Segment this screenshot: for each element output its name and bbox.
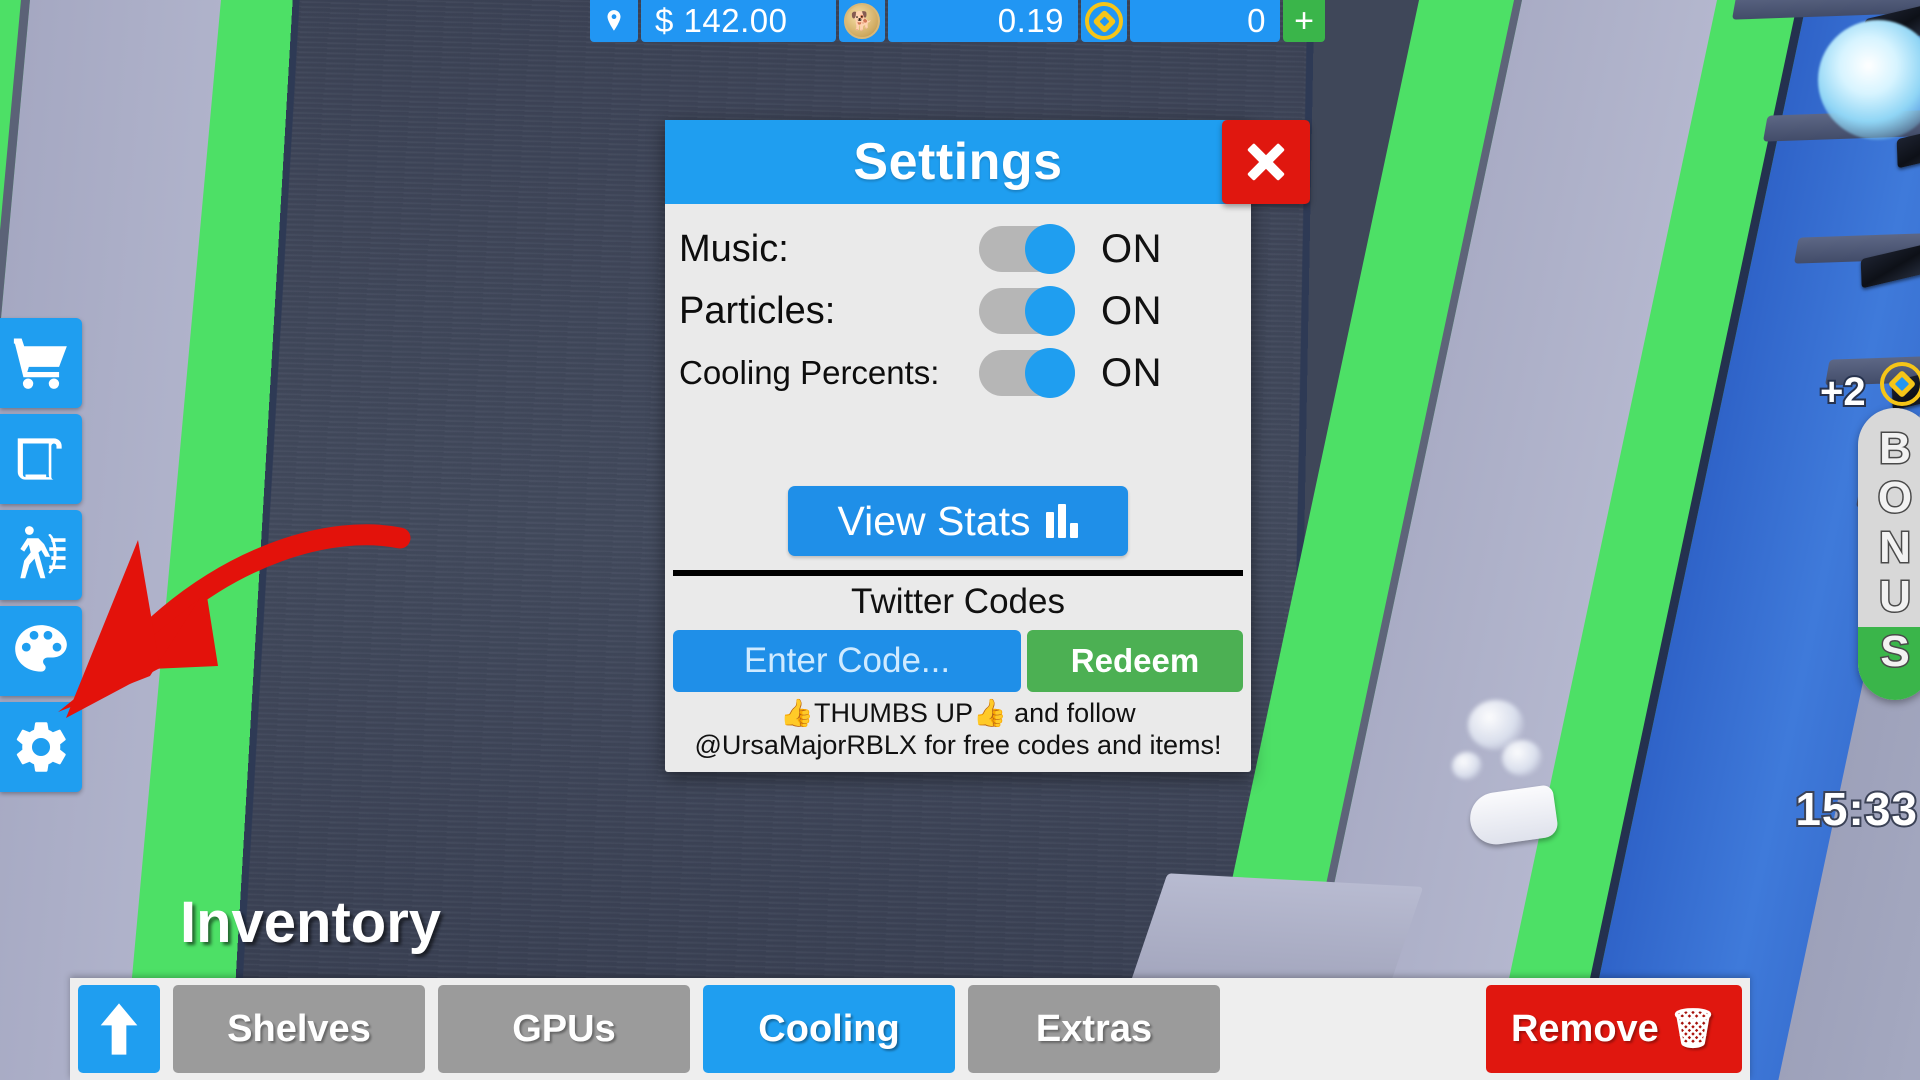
walking-speed-icon [20, 526, 66, 579]
remove-label: Remove [1510, 1007, 1659, 1050]
toggle-music[interactable] [979, 224, 1075, 274]
settings-body: Music: ON Particles: ON Cooling Percents… [665, 204, 1251, 772]
map-pin-icon [607, 10, 621, 31]
promo-text: 👍THUMBS UP👍 and follow @UrsaMajorRBLX fo… [665, 692, 1251, 772]
setting-label-particles: Particles: [679, 289, 836, 332]
trash-can-icon: 🗑 [1668, 1008, 1718, 1050]
setting-row-music: Music: ON [665, 218, 1251, 280]
scene-smoke-particle [1452, 752, 1482, 780]
sidebar-item-banner[interactable] [0, 414, 82, 504]
bonus-letter: O [1876, 472, 1913, 524]
location-pin-button[interactable] [590, 0, 638, 42]
close-button[interactable] [1222, 120, 1310, 204]
gear-icon [16, 722, 66, 772]
scene-smoke-particle [1502, 740, 1542, 776]
code-input[interactable]: Enter Code... [673, 630, 1021, 692]
inventory-tab-cooling[interactable]: Cooling [703, 985, 955, 1073]
settings-header: Settings [665, 120, 1310, 204]
setting-label-cooling-percents: Cooling Percents: [679, 354, 940, 391]
money-display: $ 142.00 [641, 0, 836, 42]
bonus-plus-amount: +2 [1818, 368, 1868, 416]
redeem-button[interactable]: Redeem [1027, 630, 1243, 692]
inventory-title: Inventory [180, 890, 442, 955]
robux-value: 0 [1247, 2, 1266, 39]
setting-state-particles: ON [1101, 288, 1162, 333]
inventory-tab-shelves[interactable]: Shelves [173, 985, 425, 1073]
setting-row-cooling-percents: Cooling Percents: ON [665, 342, 1251, 404]
toggle-knob [1025, 348, 1075, 398]
bonus-robux-badge [1880, 362, 1920, 406]
view-stats-label: View Stats [837, 497, 1031, 544]
paint-palette-icon [15, 625, 67, 672]
robux-icon [1880, 362, 1920, 406]
promo-line-2: @UrsaMajorRBLX for free codes and items! [694, 729, 1222, 760]
doge-coin-badge: 🐕 [839, 0, 885, 42]
inventory-bar: Shelves GPUs Cooling Extras Remove 🗑 [70, 978, 1750, 1080]
remove-button[interactable]: Remove 🗑 [1486, 985, 1742, 1073]
game-screen: $ 142.00 🐕 0.19 0 + Settings Music: ON P… [0, 0, 1920, 1080]
scroll-banner-icon [17, 438, 62, 480]
twitter-codes-title: Twitter Codes [851, 582, 1065, 621]
bonus-side-tab[interactable]: B O N U S [1858, 408, 1920, 701]
sidebar-item-customize[interactable] [0, 606, 82, 696]
page-title: Settings [853, 133, 1063, 191]
setting-label-music: Music: [679, 227, 789, 270]
robux-icon [1085, 2, 1123, 40]
view-stats-button[interactable]: View Stats [788, 486, 1128, 556]
collapse-inventory-button[interactable] [78, 985, 160, 1073]
toggle-cooling-percents[interactable] [979, 348, 1075, 398]
add-robux-button[interactable]: + [1283, 0, 1325, 42]
bar-chart-icon [1046, 504, 1079, 538]
shopping-cart-icon [13, 338, 67, 389]
setting-state-music: ON [1101, 226, 1162, 271]
toggle-knob [1025, 286, 1075, 336]
bonus-timer: 15:33 [1793, 781, 1919, 837]
doge-coin-icon: 🐕 [844, 3, 880, 39]
sidebar-item-speed[interactable] [0, 510, 82, 600]
robux-badge [1081, 0, 1127, 42]
bonus-letter: B [1878, 422, 1913, 474]
code-redeem-row: Enter Code... Redeem [665, 630, 1251, 692]
inventory-tab-gpus[interactable]: GPUs [438, 985, 690, 1073]
left-sidebar [0, 318, 82, 792]
setting-state-cooling-percents: ON [1101, 350, 1162, 395]
top-currency-hud: $ 142.00 🐕 0.19 0 + [590, 0, 1325, 42]
sidebar-item-shop[interactable] [0, 318, 82, 408]
setting-row-particles: Particles: ON [665, 280, 1251, 342]
doge-display: 0.19 [888, 0, 1078, 42]
doge-value: 0.19 [997, 2, 1064, 39]
settings-dialog: Settings Music: ON Particles: ON Cooling… [665, 120, 1310, 772]
promo-line-1: 👍THUMBS UP👍 and follow [780, 698, 1136, 728]
arrow-up-icon [100, 1003, 138, 1055]
toggle-knob [1025, 224, 1075, 274]
toggle-particles[interactable] [979, 286, 1075, 336]
sidebar-item-settings[interactable] [0, 702, 82, 792]
money-value: $ 142.00 [655, 2, 788, 39]
panel-spacer [665, 404, 1251, 486]
robux-display: 0 [1130, 0, 1280, 42]
stats-button-wrap: View Stats [665, 486, 1251, 570]
close-x-icon [1247, 143, 1285, 181]
bonus-letter: U [1878, 570, 1913, 622]
inventory-tab-extras[interactable]: Extras [968, 985, 1220, 1073]
bonus-letter: N [1878, 521, 1913, 573]
